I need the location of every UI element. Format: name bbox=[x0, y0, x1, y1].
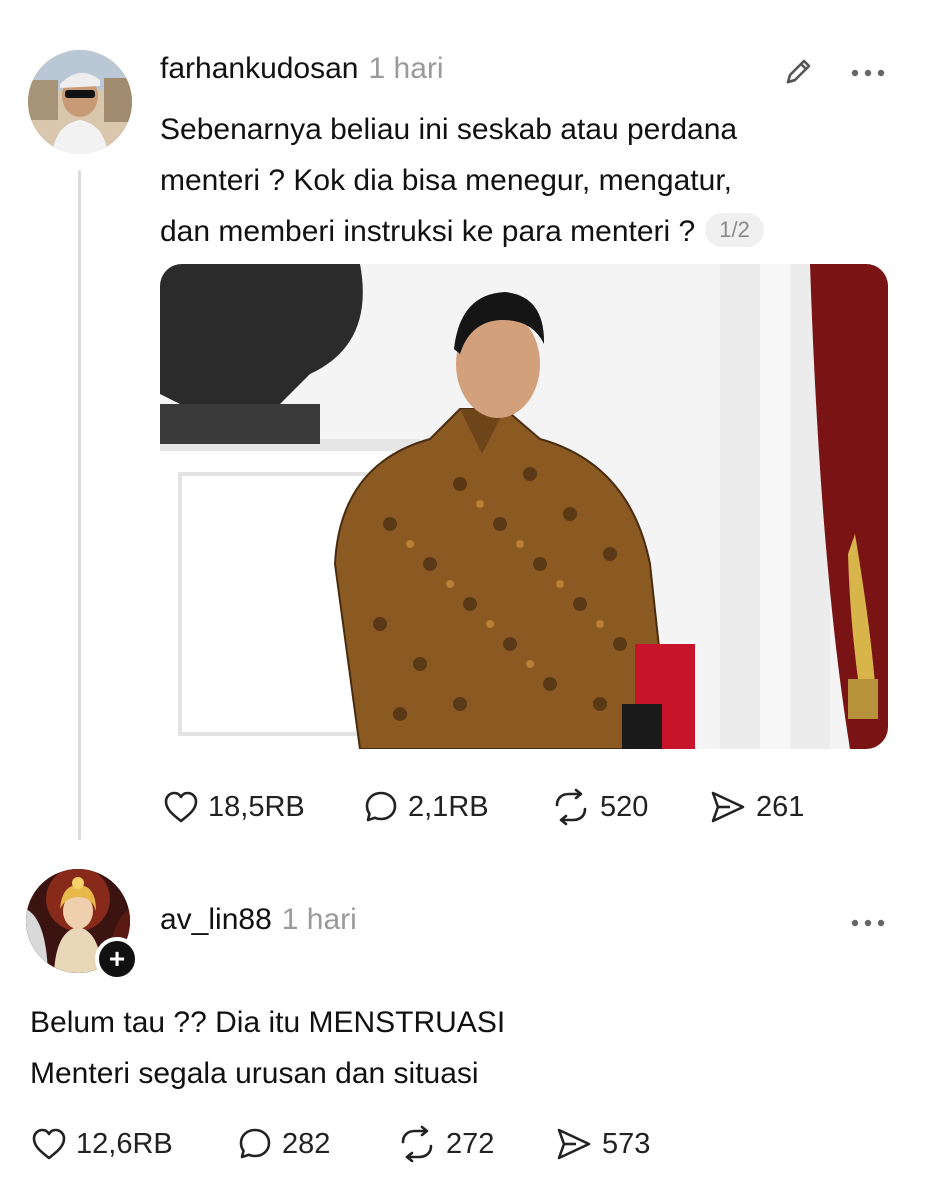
heart-icon bbox=[32, 1128, 66, 1160]
page-indicator: 1/2 bbox=[705, 213, 764, 248]
post-header: av_lin88 1 hari bbox=[160, 903, 357, 937]
share-icon bbox=[711, 791, 745, 823]
username[interactable]: av_lin88 bbox=[160, 903, 272, 936]
avatar-farhankudosan[interactable] bbox=[28, 50, 132, 154]
share-count: 573 bbox=[602, 1127, 651, 1160]
post-header: farhankudosan 1 hari bbox=[160, 52, 444, 86]
timestamp: 1 hari bbox=[281, 903, 357, 936]
repost-count: 272 bbox=[446, 1127, 495, 1160]
like-button[interactable]: 18,5RB bbox=[162, 788, 362, 826]
reply-button[interactable]: 2,1RB bbox=[362, 788, 550, 826]
post-image[interactable] bbox=[160, 264, 888, 749]
share-button[interactable]: 573 bbox=[554, 1125, 650, 1163]
more-icon[interactable] bbox=[848, 58, 888, 88]
post-text-line: menteri ? Kok dia bisa menegur, mengatur… bbox=[160, 164, 732, 197]
comment-icon bbox=[365, 791, 397, 822]
username[interactable]: farhankudosan bbox=[160, 52, 359, 85]
post-text-line: dan memberi instruksi ke para menteri ? bbox=[160, 215, 696, 248]
reply-count: 2,1RB bbox=[408, 790, 489, 823]
share-icon bbox=[557, 1128, 591, 1160]
more-icon[interactable] bbox=[848, 908, 888, 938]
post-actions: 12,6RB 282 272 573 bbox=[30, 1125, 650, 1163]
repost-button[interactable]: 272 bbox=[396, 1125, 554, 1163]
post-text-line: Menteri segala urusan dan situasi bbox=[30, 1057, 479, 1090]
repost-icon bbox=[555, 788, 587, 826]
post-actions: 18,5RB 2,1RB 520 261 bbox=[162, 788, 804, 826]
post-text-line: Belum tau ?? Dia itu MENSTRUASI bbox=[30, 1006, 506, 1039]
repost-icon bbox=[401, 1125, 433, 1163]
follow-plus-icon[interactable]: + bbox=[95, 937, 139, 981]
pencil-icon[interactable] bbox=[778, 52, 818, 92]
reply-button[interactable]: 282 bbox=[236, 1125, 396, 1163]
heart-icon bbox=[164, 791, 198, 823]
post-text: Sebenarnya beliau ini seskab atau perdan… bbox=[160, 104, 900, 257]
repost-button[interactable]: 520 bbox=[550, 788, 708, 826]
comment-icon bbox=[239, 1128, 271, 1159]
like-button[interactable]: 12,6RB bbox=[30, 1125, 236, 1163]
post-text: Belum tau ?? Dia itu MENSTRUASI Menteri … bbox=[30, 997, 890, 1099]
timestamp: 1 hari bbox=[368, 52, 444, 85]
like-count: 12,6RB bbox=[76, 1127, 173, 1160]
reply-count: 282 bbox=[282, 1127, 331, 1160]
like-count: 18,5RB bbox=[208, 790, 305, 823]
post-text-line: Sebenarnya beliau ini seskab atau perdan… bbox=[160, 113, 738, 146]
share-button[interactable]: 261 bbox=[708, 788, 804, 826]
share-count: 261 bbox=[756, 790, 805, 823]
repost-count: 520 bbox=[600, 790, 649, 823]
thread-line bbox=[78, 170, 81, 840]
